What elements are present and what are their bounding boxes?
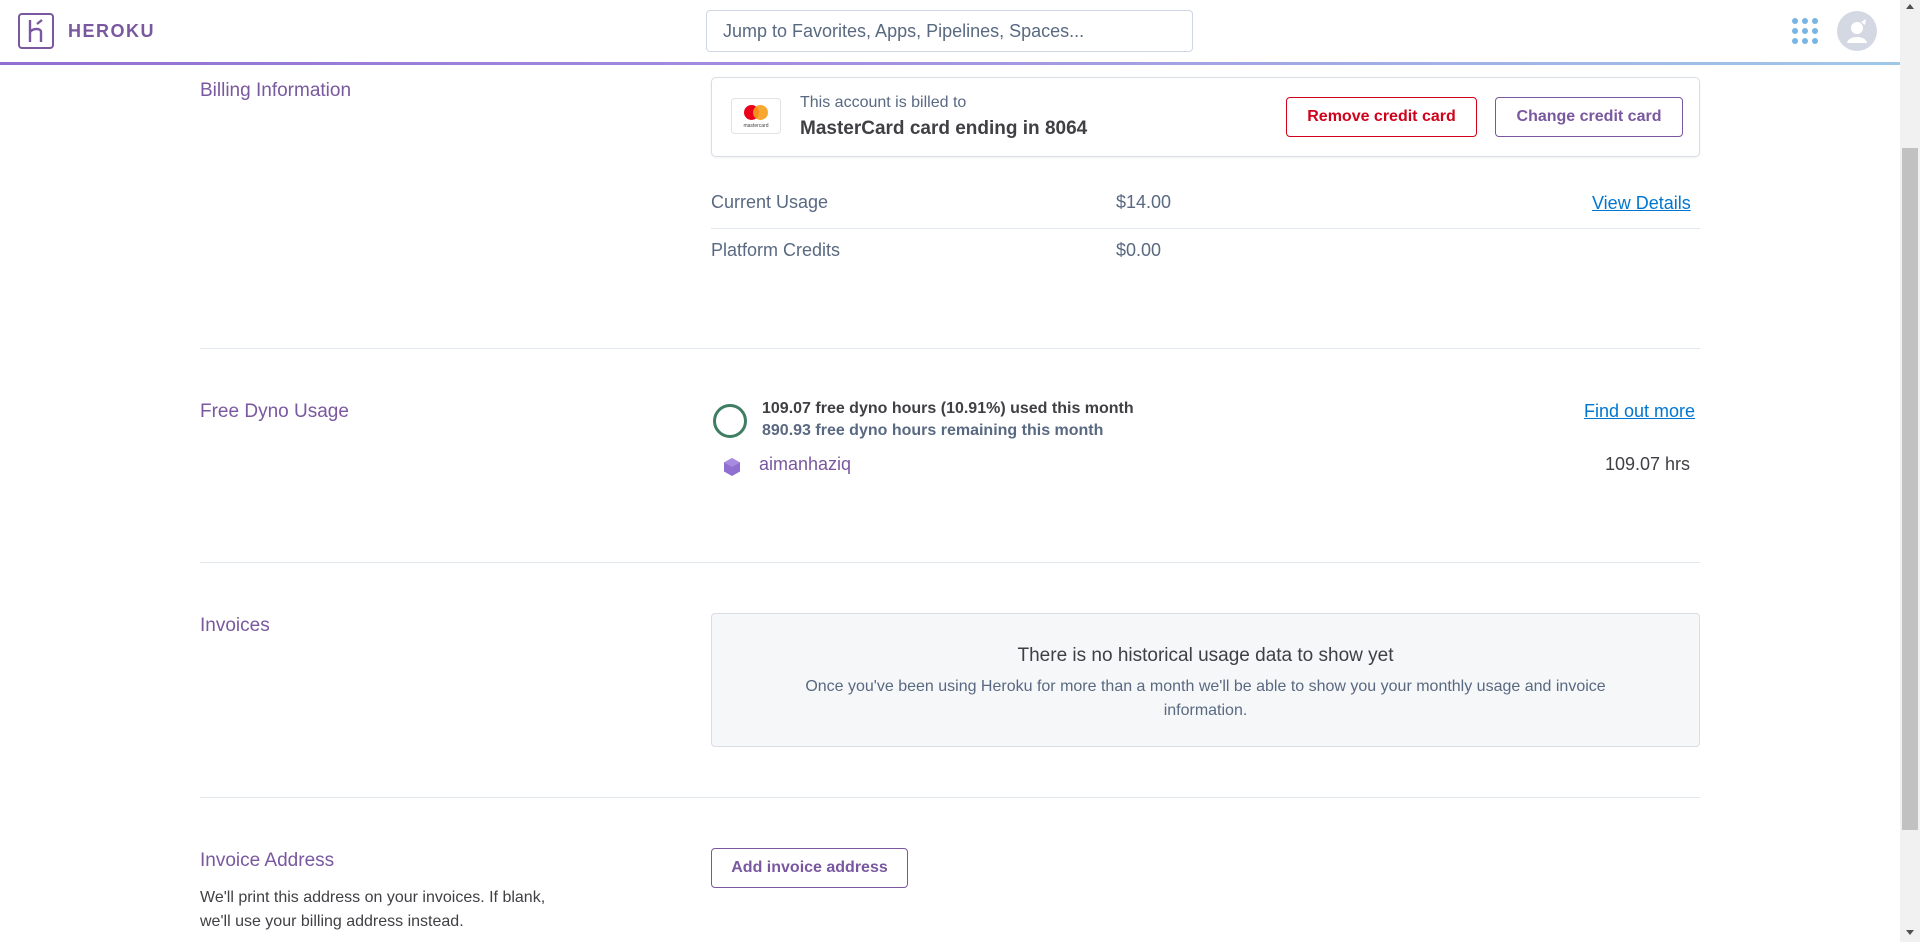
scrollbar-thumb[interactable] [1902, 148, 1918, 830]
billed-to-label: This account is billed to [800, 94, 967, 111]
add-invoice-address-button[interactable]: Add invoice address [711, 848, 908, 888]
card-description: MasterCard card ending in 8064 [800, 118, 1088, 139]
app-hours-value: 109.07 hrs [1604, 454, 1690, 474]
current-usage-value: $14.00 [1116, 192, 1172, 212]
section-divider [200, 562, 1700, 563]
heroku-logo-link[interactable]: HEROKU [18, 13, 155, 49]
view-details-link[interactable]: View Details [1592, 193, 1691, 214]
platform-credits-label: Platform Credits [711, 240, 841, 260]
invoices-empty-state: There is no historical usage data to sho… [711, 613, 1700, 747]
section-divider [200, 348, 1700, 349]
dyno-used-text: 109.07 free dyno hours (10.91%) used thi… [762, 400, 1134, 417]
invoice-address-help: We'll print this address on your invoice… [200, 889, 546, 930]
find-out-more-link[interactable]: Find out more [1584, 401, 1695, 422]
heroku-wordmark: HEROKU [68, 20, 156, 41]
usage-row-divider [711, 228, 1700, 229]
credit-card-panel: mastercard This account is billed to Mas… [711, 77, 1700, 157]
app-name-link[interactable]: aimanhaziq [759, 454, 851, 475]
user-avatar-icon[interactable] [1837, 11, 1877, 51]
scroll-down-arrow-icon[interactable] [1906, 930, 1914, 935]
current-usage-label: Current Usage [711, 192, 829, 212]
empty-state-body: Once you've been using Heroku for more t… [805, 678, 1606, 719]
scroll-up-arrow-icon[interactable] [1906, 4, 1914, 9]
app-hexagon-icon [724, 458, 740, 476]
billing-section-title: Billing Information [200, 80, 352, 101]
empty-state-title: There is no historical usage data to sho… [1017, 645, 1394, 666]
dyno-section-title: Free Dyno Usage [200, 401, 349, 422]
mastercard-logo-icon: mastercard [731, 98, 781, 134]
platform-credits-value: $0.00 [1116, 240, 1162, 260]
invoice-address-title: Invoice Address [200, 850, 335, 871]
change-credit-card-button[interactable]: Change credit card [1495, 97, 1683, 137]
remove-credit-card-button[interactable]: Remove credit card [1286, 97, 1477, 137]
search-input[interactable] [706, 10, 1193, 52]
dyno-usage-ring-icon [713, 404, 747, 438]
page-scrollbar[interactable] [1900, 0, 1920, 942]
nav-gradient-border [0, 62, 1900, 65]
dyno-remaining-text: 890.93 free dyno hours remaining this mo… [762, 422, 1104, 439]
heroku-logo-icon [18, 13, 54, 49]
section-divider [200, 797, 1700, 798]
top-navigation: HEROKU [0, 0, 1900, 64]
apps-grid-icon[interactable] [1792, 18, 1818, 44]
invoices-section-title: Invoices [200, 615, 270, 636]
